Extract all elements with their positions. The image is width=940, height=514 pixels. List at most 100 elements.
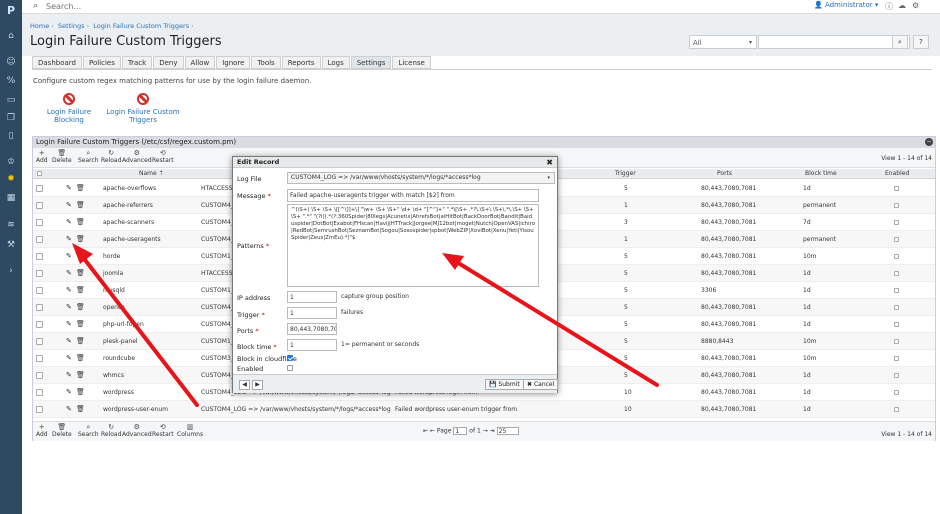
layers-icon[interactable]: ≋	[5, 220, 17, 230]
prev-page-icon[interactable]: ←	[430, 428, 435, 435]
tab-tools[interactable]: Tools	[251, 56, 281, 69]
pencil-icon[interactable]: ✎	[66, 286, 72, 294]
search-records-button[interactable]: ⌕ Search	[78, 424, 99, 439]
per-page-select[interactable]: 25	[496, 427, 519, 435]
settings-icon[interactable]: ⚙	[912, 1, 919, 10]
cancel-button[interactable]: ✖ Cancel	[523, 379, 559, 390]
columns-button[interactable]: ▥ Columns	[177, 424, 203, 439]
search-button[interactable]: ⌕	[892, 35, 908, 49]
extensions-icon[interactable]: ✹	[5, 174, 17, 184]
breadcrumb-settings[interactable]: Settings	[58, 22, 85, 30]
monitor-icon[interactable]: ▭	[5, 95, 17, 105]
pencil-icon[interactable]: ✎	[66, 388, 72, 396]
trash-icon[interactable]: 🗑	[76, 184, 85, 192]
enabled-checkbox[interactable]	[894, 288, 899, 293]
restart-button[interactable]: ⟲ Restart	[152, 150, 174, 165]
row-checkbox[interactable]	[36, 253, 43, 260]
logo-icon[interactable]: P	[3, 3, 19, 19]
crown-icon[interactable]: ♔	[5, 157, 17, 167]
filter-select[interactable]: All ▾	[689, 35, 757, 49]
book-icon[interactable]: ▯	[5, 131, 17, 141]
user-menu[interactable]: 👤 Administrator ▾	[814, 1, 878, 9]
tab-logs[interactable]: Logs	[321, 56, 350, 69]
pencil-icon[interactable]: ✎	[66, 371, 72, 379]
pencil-icon[interactable]: ✎	[66, 235, 72, 243]
row-checkbox[interactable]	[36, 389, 43, 396]
trash-icon[interactable]: 🗑	[76, 354, 85, 362]
trash-icon[interactable]: 🗑	[76, 320, 85, 328]
enabled-checkbox[interactable]	[894, 305, 899, 310]
next-page-icon[interactable]: →	[483, 428, 488, 435]
login-failure-blocking-button[interactable]: Login Failure Blocking	[40, 93, 98, 124]
table-row[interactable]: ✎ 🗑 wordpress-user-enum CUSTOM4_LOG => /var…	[33, 401, 935, 418]
enabled-checkbox[interactable]	[894, 339, 899, 344]
search-records-button[interactable]: ⌕ Search	[78, 150, 99, 165]
column-name[interactable]: Name ⇡	[139, 169, 164, 179]
enabled-checkbox[interactable]	[894, 203, 899, 208]
help-icon[interactable]: ⓘ	[885, 1, 893, 12]
trash-icon[interactable]: 🗑	[76, 252, 85, 260]
pencil-icon[interactable]: ✎	[66, 337, 72, 345]
breadcrumb-current[interactable]: Login Failure Custom Triggers	[93, 22, 189, 30]
trash-icon[interactable]: 🗑	[76, 337, 85, 345]
page-input[interactable]: 1	[453, 427, 468, 435]
reload-button[interactable]: ↻ Reload	[101, 150, 121, 165]
block-time-input[interactable]: 1	[287, 339, 337, 351]
ip-address-input[interactable]: 1	[287, 291, 337, 303]
login-failure-custom-triggers-button[interactable]: Login Failure Custom Triggers	[104, 93, 182, 124]
trash-icon[interactable]: 🗑	[76, 218, 85, 226]
row-checkbox[interactable]	[36, 287, 43, 294]
log-file-select[interactable]: CUSTOM4_LOG => /var/www/vhosts/system/*/…	[287, 172, 555, 184]
enabled-checkbox[interactable]	[894, 254, 899, 259]
tab-ignore[interactable]: Ignore	[216, 56, 251, 69]
tab-policies[interactable]: Policies	[82, 56, 121, 69]
last-page-icon[interactable]: ⇥	[490, 428, 495, 435]
prev-record-button[interactable]: ◀	[239, 380, 250, 390]
row-checkbox[interactable]	[36, 270, 43, 277]
enabled-checkbox[interactable]	[894, 322, 899, 327]
next-record-button[interactable]: ▶	[252, 380, 263, 390]
chevron-right-icon[interactable]: ›	[5, 266, 17, 278]
enabled-checkbox[interactable]	[894, 220, 899, 225]
add-button[interactable]: + Add	[36, 424, 48, 439]
trash-icon[interactable]: 🗑	[76, 303, 85, 311]
tab-allow[interactable]: Allow	[184, 56, 216, 69]
reload-button[interactable]: ↻ Reload	[101, 424, 121, 439]
enabled-checkbox[interactable]	[894, 186, 899, 191]
enabled-checkbox[interactable]	[894, 356, 899, 361]
trash-icon[interactable]: 🗑	[76, 286, 85, 294]
restart-button[interactable]: ⟲ Restart	[152, 424, 174, 439]
row-checkbox[interactable]	[36, 202, 43, 209]
enabled-checkbox[interactable]	[894, 237, 899, 242]
row-checkbox[interactable]	[36, 185, 43, 192]
delete-button[interactable]: 🗑 Delete	[52, 424, 72, 439]
advanced-button[interactable]: ⚙ Advanced	[122, 150, 152, 165]
row-checkbox[interactable]	[36, 406, 43, 413]
grid-icon[interactable]: ▦	[5, 193, 17, 203]
enabled-checkbox[interactable]	[287, 365, 293, 371]
pencil-icon[interactable]: ✎	[66, 184, 72, 192]
trash-icon[interactable]: 🗑	[76, 269, 85, 277]
submit-button[interactable]: 💾 Submit	[485, 379, 524, 390]
row-checkbox[interactable]	[36, 304, 43, 311]
row-checkbox[interactable]	[36, 338, 43, 345]
close-icon[interactable]: ✖	[546, 157, 553, 168]
global-search-input[interactable]	[46, 1, 206, 12]
trash-icon[interactable]: 🗑	[76, 235, 85, 243]
pencil-icon[interactable]: ✎	[66, 303, 72, 311]
pencil-icon[interactable]: ✎	[66, 320, 72, 328]
tab-reports[interactable]: Reports	[281, 56, 321, 69]
pencil-icon[interactable]: ✎	[66, 201, 72, 209]
trash-icon[interactable]: 🗑	[76, 371, 85, 379]
ports-input[interactable]: 80,443,7080,7081	[287, 323, 337, 335]
enabled-checkbox[interactable]	[894, 271, 899, 276]
percent-icon[interactable]: %	[5, 76, 17, 86]
tab-track[interactable]: Track	[121, 56, 153, 69]
copy-icon[interactable]: ❐	[5, 113, 17, 123]
tab-deny[interactable]: Deny	[153, 56, 184, 69]
cloud-icon[interactable]: ☁	[898, 1, 906, 10]
column-enabled[interactable]: Enabled	[885, 169, 909, 179]
column-trigger[interactable]: Trigger	[615, 169, 636, 179]
tab-settings[interactable]: Settings	[350, 56, 392, 69]
pencil-icon[interactable]: ✎	[66, 252, 72, 260]
